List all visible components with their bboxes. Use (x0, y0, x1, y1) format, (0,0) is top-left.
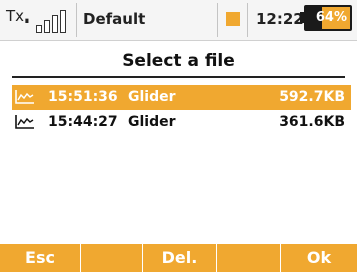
softkey-2-button[interactable] (81, 244, 142, 272)
battery-percent: 64% (315, 10, 347, 25)
status-indicator-square (226, 12, 240, 26)
status-divider (76, 3, 77, 37)
tx-label: Tx (6, 7, 25, 25)
page-title: Select a file (122, 51, 235, 71)
title-divider (12, 76, 345, 78)
file-size: 592.7KB (279, 89, 345, 105)
esc-button[interactable]: Esc (0, 244, 80, 272)
file-time: 15:44:27 (48, 114, 118, 130)
file-row[interactable]: 15:51:36 Glider 592.7KB (12, 85, 351, 110)
file-time: 15:51:36 (48, 89, 118, 105)
signal-bar-4-icon (60, 10, 66, 33)
tx-signal-indicator: Tx∎ (6, 5, 70, 35)
battery-icon: 64% (304, 5, 352, 31)
file-list: 15:51:36 Glider 592.7KB 15:44:27 Glider … (12, 85, 351, 135)
status-bar: Tx∎ Default 12:22:24 64% (0, 0, 357, 41)
signal-bar-2-icon (44, 20, 50, 33)
file-size: 361.6KB (279, 114, 345, 130)
file-name: Glider (128, 89, 176, 105)
log-graph-icon (15, 115, 34, 129)
softkey-bar: Esc Del. Ok (0, 244, 357, 272)
file-name: Glider (128, 114, 176, 130)
softkey-4-button[interactable] (217, 244, 280, 272)
status-divider (247, 3, 248, 37)
signal-bar-3-icon (52, 15, 58, 33)
log-graph-icon (15, 90, 34, 104)
file-row[interactable]: 15:44:27 Glider 361.6KB (12, 110, 351, 135)
status-divider (217, 3, 218, 37)
model-profile-name: Default (83, 10, 146, 28)
signal-bar-1-icon (36, 25, 42, 33)
ok-button[interactable]: Ok (281, 244, 357, 272)
delete-button[interactable]: Del. (143, 244, 216, 272)
